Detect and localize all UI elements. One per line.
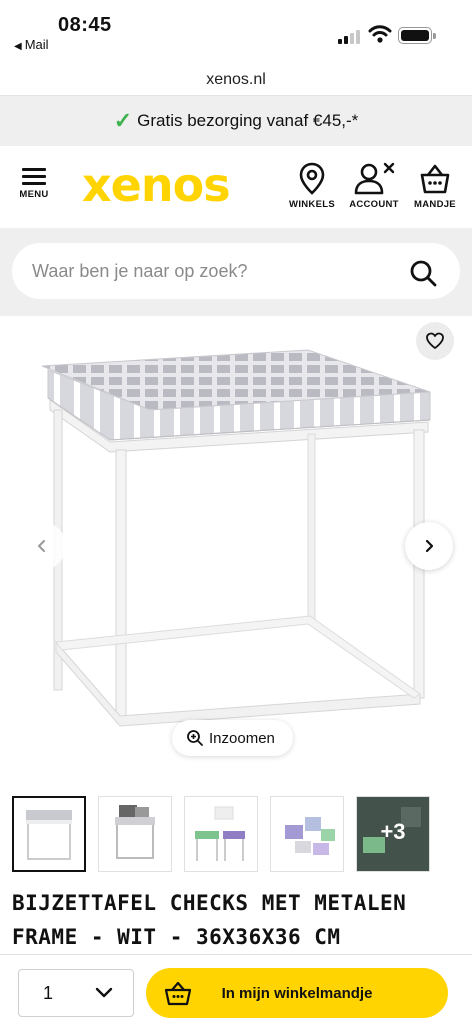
nav-winkels-label: WINKELS <box>289 199 335 210</box>
back-app-label: Mail <box>24 37 49 52</box>
search-input[interactable] <box>12 243 460 299</box>
chevron-down-icon <box>95 987 113 998</box>
wishlist-button[interactable] <box>416 322 454 360</box>
browser-url-bar[interactable]: xenos.nl <box>0 64 472 96</box>
hamburger-icon <box>22 168 46 185</box>
nav-mandje[interactable]: MANDJE <box>410 162 460 210</box>
battery-icon <box>398 27 436 44</box>
zoom-button[interactable]: Inzoomen <box>172 720 293 756</box>
promo-banner: ✓ Gratis bezorging vanaf €45,-* <box>0 96 472 146</box>
product-title-line-1: BIJZETTAFEL CHECKS MET METALEN <box>12 891 407 915</box>
product-page: 08:45 ◀ Mail xenos.nl ✓ Gratis bezorging … <box>0 0 472 1024</box>
nav-mandje-label: MANDJE <box>414 199 456 210</box>
zoom-in-icon <box>187 730 203 746</box>
nav-account[interactable]: ACCOUNT <box>346 162 402 210</box>
xenos-logo[interactable]: xenos <box>82 158 231 212</box>
next-image-button[interactable] <box>405 522 453 570</box>
status-bar: 08:45 ◀ Mail <box>0 0 472 64</box>
back-to-app-link[interactable]: ◀ Mail <box>14 37 49 52</box>
thumbnail-1[interactable] <box>12 796 86 872</box>
promo-text: Gratis bezorging vanaf €45,-* <box>137 111 359 130</box>
add-to-cart-button[interactable]: In mijn winkelmandje <box>146 968 448 1018</box>
more-images-label: +3 <box>380 819 406 844</box>
previous-image-button[interactable] <box>18 522 66 570</box>
product-image-gallery[interactable] <box>0 316 472 790</box>
search-icon <box>410 260 437 287</box>
thumbnail-4[interactable] <box>270 796 344 872</box>
zoom-label: Inzoomen <box>209 729 275 747</box>
chevron-right-icon <box>425 539 434 553</box>
checkmark-icon: ✓ <box>113 108 133 133</box>
url-text: xenos.nl <box>206 70 266 88</box>
nav-winkels[interactable]: WINKELS <box>286 162 338 210</box>
heart-icon <box>426 332 444 349</box>
menu-button[interactable]: MENU <box>16 168 52 200</box>
search-area <box>0 228 472 316</box>
chevron-left-icon <box>38 540 45 552</box>
wifi-icon <box>368 25 392 43</box>
quantity-value: 1 <box>43 982 54 1003</box>
menu-label: MENU <box>19 189 49 200</box>
site-header: MENU xenos WINKELS ACCOUNT MANDJE <box>0 146 472 228</box>
thumbnail-3[interactable] <box>184 796 258 872</box>
product-title-line-2: FRAME - WIT - 36X36X36 CM <box>12 925 341 949</box>
thumbnail-strip: +3 <box>12 796 460 874</box>
cellular-signal-icon <box>338 30 362 44</box>
product-image <box>41 349 431 727</box>
add-to-cart-bar: 1 In mijn winkelmandje <box>0 954 472 1024</box>
thumbnail-2[interactable] <box>98 796 172 872</box>
account-icon <box>354 162 395 195</box>
add-to-cart-label: In mijn winkelmandje <box>221 984 373 1002</box>
product-title: BIJZETTAFEL CHECKS MET METALEN FRAME - W… <box>12 886 464 954</box>
nav-account-label: ACCOUNT <box>349 199 399 210</box>
back-triangle-icon: ◀ <box>14 41 22 52</box>
quantity-select[interactable]: 1 <box>18 969 134 1017</box>
thumbnail-more[interactable]: +3 <box>356 796 430 872</box>
basket-icon <box>164 981 192 1006</box>
search-button[interactable] <box>406 256 440 290</box>
status-time: 08:45 <box>58 14 112 36</box>
basket-icon <box>420 164 450 194</box>
location-pin-icon <box>299 162 325 195</box>
